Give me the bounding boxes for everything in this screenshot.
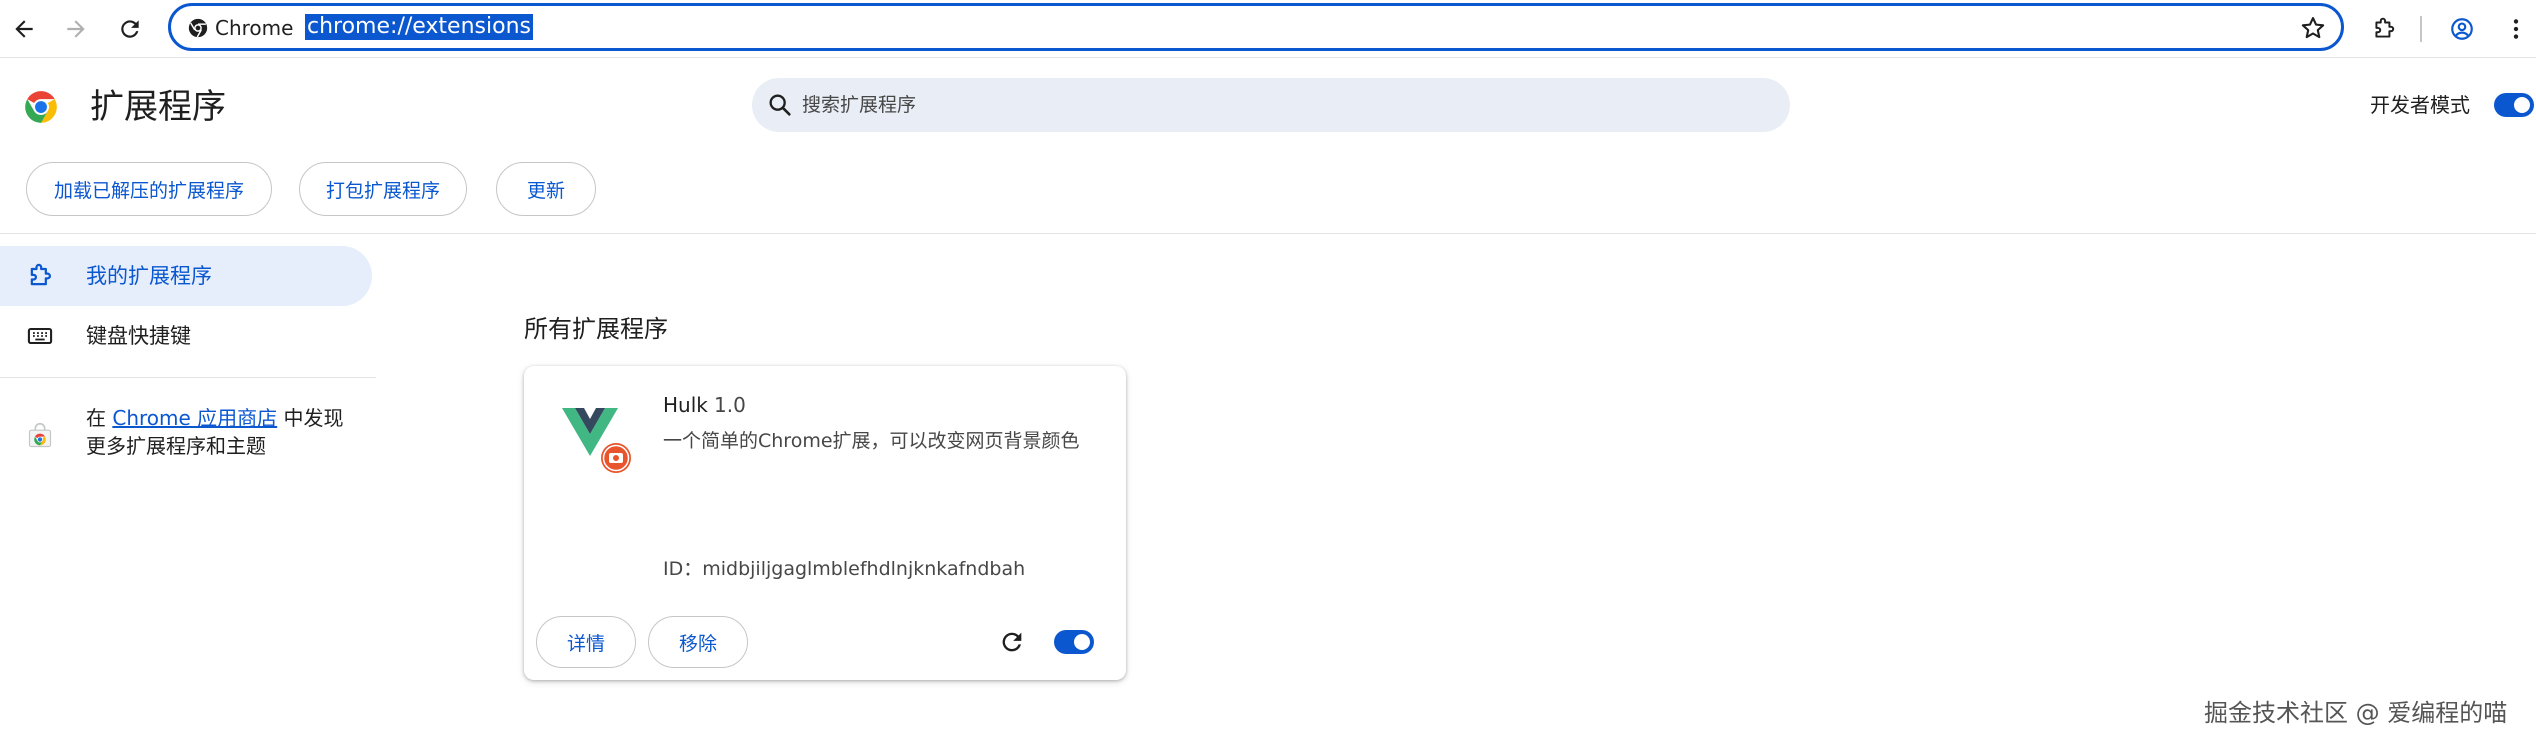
browser-toolbar: Chrome chrome://extensions (0, 0, 2536, 58)
header-divider (0, 233, 2536, 234)
extension-version: 1.0 (714, 393, 746, 417)
load-unpacked-button[interactable]: 加载已解压的扩展程序 (26, 162, 272, 216)
site-label: Chrome (215, 16, 294, 40)
page-title: 扩展程序 (90, 87, 226, 127)
extension-enable-toggle[interactable] (1054, 630, 1094, 654)
remove-button[interactable]: 移除 (648, 616, 748, 668)
search-icon (769, 94, 791, 116)
search-box[interactable] (752, 78, 1790, 132)
toggle-knob (2514, 97, 2530, 113)
address-bar[interactable]: Chrome chrome://extensions (168, 3, 2344, 51)
sidebar-item-keyboard-shortcuts[interactable]: 键盘快捷键 (0, 306, 372, 366)
extensions-page: Chrome chrome://extensions 扩展程序 搜索扩展程序 开… (0, 0, 2536, 752)
pack-extension-button[interactable]: 打包扩展程序 (299, 162, 467, 216)
details-button[interactable]: 详情 (536, 616, 636, 668)
more-menu-icon[interactable] (2496, 9, 2536, 49)
update-button[interactable]: 更新 (496, 162, 596, 216)
store-prefix: 在 (86, 406, 106, 430)
forward-icon[interactable] (56, 9, 96, 49)
url-text[interactable]: chrome://extensions (305, 14, 533, 40)
puzzle-icon (30, 263, 51, 286)
vue-logo-icon (562, 408, 631, 473)
reload-extension-icon[interactable] (998, 628, 1026, 656)
web-store-promo: 在 Chrome 应用商店 中发现更多扩展程序和主题 (86, 404, 356, 460)
extension-name: Hulk (663, 393, 708, 417)
keyboard-icon (27, 327, 53, 345)
extension-description: 一个简单的Chrome扩展，可以改变网页背景颜色 (663, 430, 1080, 452)
sidebar-item-label: 我的扩展程序 (86, 264, 212, 288)
sidebar-divider (0, 377, 376, 378)
web-store-icon (28, 423, 52, 448)
extension-card: Hulk 1.0 一个简单的Chrome扩展，可以改变网页背景颜色 ID：mid… (524, 366, 1126, 680)
sidebar-item-label: 键盘快捷键 (86, 324, 191, 348)
chrome-site-icon (188, 18, 208, 38)
toolbar-separator (2420, 16, 2422, 42)
chrome-logo-icon (25, 91, 57, 123)
dev-mode-label: 开发者模式 (2370, 93, 2470, 117)
extension-id: ID：midbjiljgaglmblefhdlnjknkafndbah (663, 558, 1026, 580)
web-store-link[interactable]: Chrome 应用商店 (112, 406, 277, 430)
dev-mode-toggle[interactable] (2494, 93, 2534, 117)
toggle-knob (1074, 634, 1090, 650)
bookmark-star-icon[interactable] (2299, 14, 2327, 42)
back-icon[interactable] (4, 9, 44, 49)
extensions-puzzle-icon[interactable] (2364, 9, 2404, 49)
profile-avatar-icon[interactable] (2442, 9, 2482, 49)
search-input[interactable] (802, 78, 1762, 132)
section-title: 所有扩展程序 (524, 315, 668, 343)
watermark: 掘金技术社区 @ 爱编程的喵 (2204, 699, 2508, 727)
reload-icon[interactable] (110, 9, 150, 49)
sidebar-item-my-extensions[interactable]: 我的扩展程序 (0, 246, 372, 306)
